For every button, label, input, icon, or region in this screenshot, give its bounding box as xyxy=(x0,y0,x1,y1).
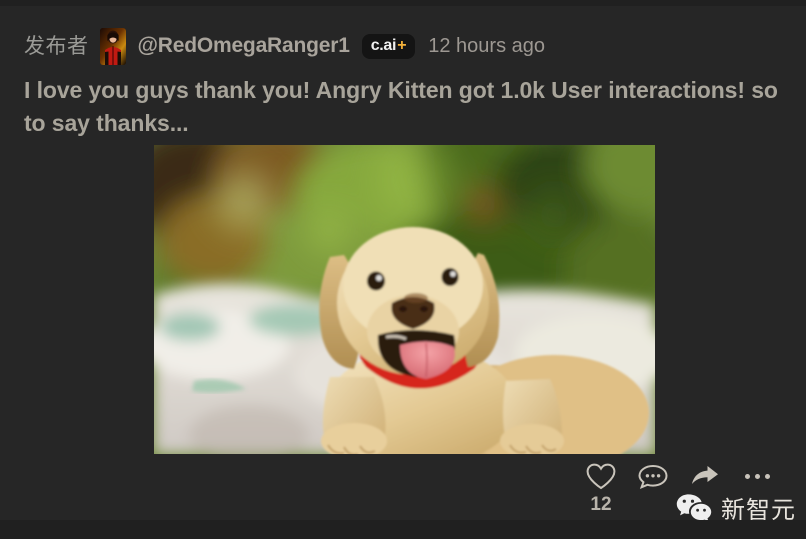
heart-icon xyxy=(586,461,616,491)
post-screen: 发布者 @RedOmegaRanger1 c.ai + 12 hours ago… xyxy=(0,0,806,539)
share-icon xyxy=(690,461,720,491)
avatar[interactable] xyxy=(99,27,126,65)
status-badge[interactable]: c.ai + xyxy=(361,33,416,59)
post-body-text: I love you guys thank you! Angry Kitten … xyxy=(24,77,778,136)
share-button[interactable] xyxy=(679,461,731,491)
bottom-edge xyxy=(0,520,806,539)
post-timestamp: 12 hours ago xyxy=(428,34,545,57)
more-options-icon xyxy=(744,461,770,491)
more-options-button[interactable] xyxy=(731,461,783,491)
badge-label: c.ai xyxy=(370,36,397,54)
post-image[interactable] xyxy=(154,145,655,454)
badge-plus: + xyxy=(397,36,407,54)
like-count: 12 xyxy=(590,494,612,515)
watermark-text: 新智元 xyxy=(721,496,796,524)
post-card: 发布者 @RedOmegaRanger1 c.ai + 12 hours ago… xyxy=(0,6,806,524)
posted-by-label: 发布者 xyxy=(24,34,89,58)
comment-icon xyxy=(638,461,668,491)
comment-button[interactable] xyxy=(627,461,679,491)
like-button[interactable]: 12 xyxy=(575,461,627,514)
author-handle[interactable]: @RedOmegaRanger1 xyxy=(138,34,350,58)
post-header: 发布者 @RedOmegaRanger1 c.ai + 12 hours ago xyxy=(24,26,545,66)
